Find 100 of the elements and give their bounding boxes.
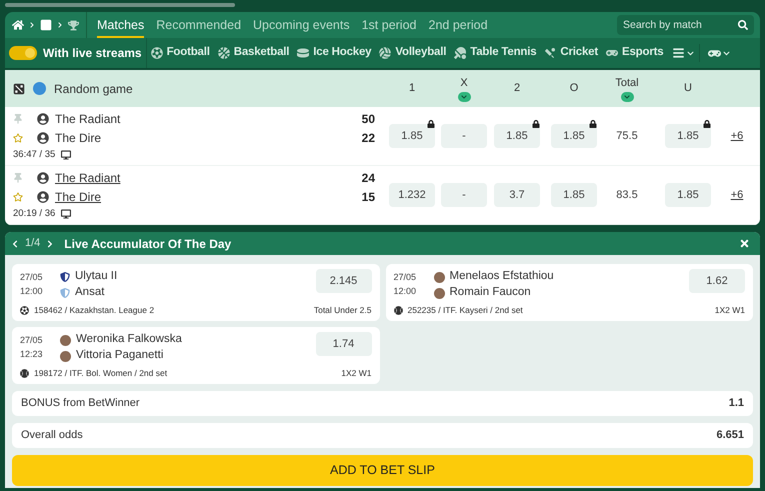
team-name: Menelaos Efstathiou: [450, 269, 554, 284]
match-time: 12:00: [20, 284, 44, 298]
sport-tab[interactable]: Ice Hockey: [293, 38, 376, 68]
club-badge-icon: [60, 288, 70, 298]
odds-button[interactable]: 2.145: [316, 269, 372, 293]
avatar-icon: [434, 272, 444, 282]
chevron-icon: [461, 94, 467, 100]
monitor-icon[interactable]: [61, 209, 72, 219]
game-title: Random game: [54, 80, 133, 98]
match-time: 12:23: [20, 348, 44, 360]
team-icon: [37, 132, 49, 144]
team-score: 24: [362, 170, 375, 188]
summary-label: BONUS from BetWinner: [21, 396, 140, 412]
odds-button[interactable]: 1.232: [389, 183, 435, 207]
toggle-label: With live streams: [43, 45, 142, 62]
globe-icon: [33, 82, 46, 95]
tab[interactable]: Recommended: [156, 12, 242, 38]
team-score: 15: [362, 189, 375, 206]
scroll-bar[interactable]: [5, 3, 235, 7]
column-header: 2: [514, 81, 520, 96]
star-icon[interactable]: [13, 133, 23, 144]
team-name: Vittoria Paganetti: [76, 348, 164, 364]
sport-tab[interactable]: Basketball: [214, 38, 294, 68]
close-icon[interactable]: [739, 238, 750, 249]
menu-icon[interactable]: [672, 47, 686, 59]
more-link[interactable]: +6: [727, 128, 747, 144]
search-icon[interactable]: [738, 20, 748, 30]
chevron-icon[interactable]: [723, 50, 730, 56]
team-name: Ansat: [75, 285, 104, 300]
team-icon: [37, 172, 49, 184]
avatar-icon: [60, 334, 71, 346]
odds-button[interactable]: 1.85: [551, 183, 597, 207]
total-value: 75.5: [616, 128, 638, 144]
team-name: The Dire: [55, 130, 102, 148]
league-info: 252235 / ITF. Kayseri / 2nd set: [408, 304, 523, 317]
toggle-switch[interactable]: [9, 46, 37, 60]
game-logo-icon: [40, 19, 52, 31]
team-score: 50: [362, 111, 375, 128]
bet-card[interactable]: 27/05 12:00 Menelaos Efstathiou Romain Faucon 1.62 252235 / ITF. Kayseri / 2nd set 1X2 W1: [386, 264, 753, 321]
bet-type: 1X2 W1: [341, 367, 372, 380]
gamepad-icon: [606, 47, 618, 59]
monitor-icon[interactable]: [61, 150, 72, 160]
tab[interactable]: Upcoming events: [253, 12, 350, 38]
chevron-icon: [29, 22, 35, 28]
sport-tab[interactable]: Volleyball: [375, 38, 450, 68]
trophy-icon[interactable]: [68, 20, 79, 30]
dropdown-button[interactable]: [620, 92, 634, 102]
bet-card[interactable]: 27/05 12:23 Weronika Falkowska Vittoria Paganetti 1.74 198172 / ITF. Bol. Women / 2nd set 1X2 W1: [12, 327, 380, 384]
tab[interactable]: 1st period: [362, 12, 416, 38]
team-icon: [37, 191, 49, 204]
match-date: 27/05: [20, 334, 44, 347]
sport-tab[interactable]: Esports: [602, 38, 668, 68]
match-date: 27/05: [394, 271, 418, 284]
team-name: Ulytau II: [75, 269, 118, 284]
match-time: 20:19 / 36: [13, 206, 56, 221]
team-name: The Radiant: [55, 111, 120, 128]
column-header: O: [570, 81, 578, 96]
bet-type: 1X2 W1: [714, 304, 745, 317]
add-to-bet-slip-button[interactable]: ADD TO BET SLIP: [12, 455, 753, 486]
chevron-icon[interactable]: [687, 50, 694, 56]
sport-tab[interactable]: Cricket: [540, 38, 602, 68]
odds-button[interactable]: 1.62: [689, 269, 745, 293]
next-button[interactable]: [46, 240, 54, 248]
game-logo-icon: [13, 82, 25, 94]
league-info: 198172 / ITF. Bol. Women / 2nd set: [34, 367, 168, 380]
odds-button[interactable]: -: [441, 183, 487, 207]
team-name: Romain Faucon: [450, 285, 531, 300]
avatar-icon: [60, 350, 71, 362]
team-name[interactable]: The Dire: [55, 188, 102, 206]
column-header: X: [460, 76, 468, 92]
team-icon: [37, 113, 49, 126]
team-name[interactable]: The Radiant: [55, 169, 120, 188]
star-icon[interactable]: [13, 192, 23, 202]
column-header: 1: [408, 81, 416, 96]
odds-button[interactable]: 1.74: [316, 332, 372, 356]
tab[interactable]: 2nd period: [428, 12, 488, 38]
team-name: Weronika Falkowska: [76, 332, 182, 348]
search-field[interactable]: Search by match: [617, 15, 754, 35]
odds-button[interactable]: -: [441, 124, 487, 148]
dropdown-button[interactable]: [458, 92, 470, 102]
odds-button[interactable]: 1.85: [665, 183, 711, 207]
panel-title: Live Accumulator Of The Day: [64, 236, 232, 252]
column-header: Total: [615, 76, 639, 92]
home-icon[interactable]: [12, 19, 24, 31]
summary-label: Overall odds: [21, 428, 83, 444]
sport-tab[interactable]: Football: [146, 38, 214, 68]
previous-button[interactable]: [11, 240, 19, 248]
chevron-icon: [57, 22, 63, 28]
summary-value: 1.1: [728, 396, 744, 412]
column-header: U: [684, 81, 692, 96]
sport-tab[interactable]: Table Tennis: [450, 38, 540, 68]
bet-card[interactable]: 27/05 12:00 Ulytau II Ansat 2.145 158462 / Kazakhstan. League 2 Total Under 2.5: [12, 264, 380, 321]
odds-button[interactable]: 3.7: [494, 183, 540, 207]
total-value: 83.5: [616, 188, 638, 203]
bet-type: Total Under 2.5: [314, 304, 372, 317]
more-link[interactable]: +6: [727, 186, 747, 204]
chevron-icon: [624, 94, 630, 100]
match-time: 12:00: [394, 284, 418, 298]
team-score: 22: [362, 130, 375, 148]
league-info: 158462 / Kazakhstan. League 2: [34, 304, 154, 317]
